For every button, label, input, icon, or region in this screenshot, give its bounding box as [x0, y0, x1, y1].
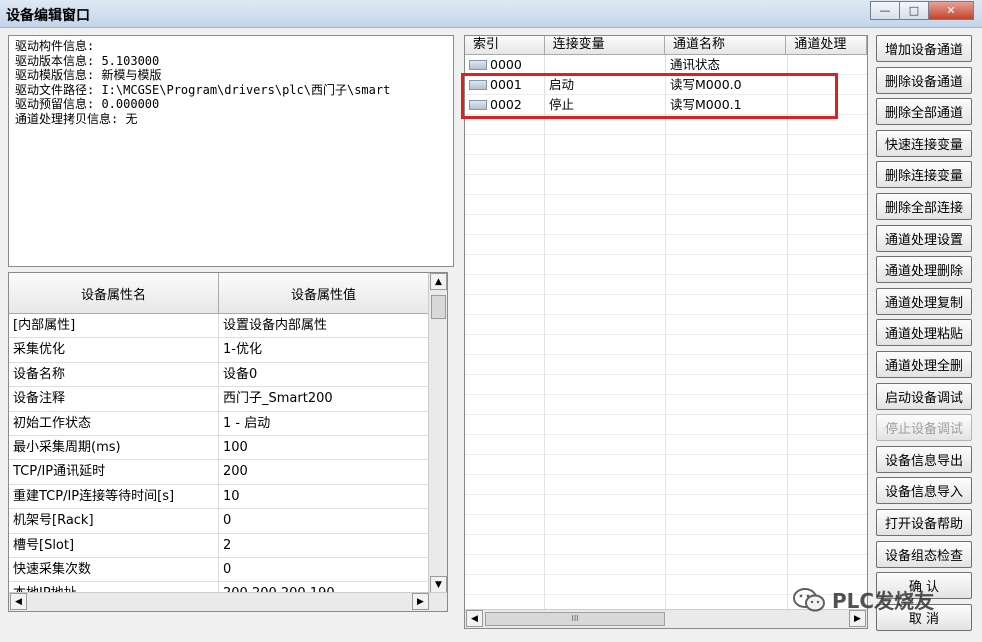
- column-header-linked-variable[interactable]: 连接变量: [545, 36, 665, 54]
- column-header-property-value[interactable]: 设备属性值: [219, 273, 429, 313]
- action-button[interactable]: 设备组态检查: [876, 540, 972, 568]
- close-button[interactable]: ✕: [928, 1, 974, 20]
- property-row[interactable]: 设备注释 西门子_Smart200: [9, 387, 447, 412]
- property-name-cell: [内部属性]: [9, 314, 219, 338]
- info-line: 通道处理拷贝信息: 无: [15, 111, 138, 126]
- scroll-down-icon[interactable]: ▼: [430, 576, 447, 593]
- info-line: 驱动预留信息: 0.000000: [15, 97, 160, 111]
- action-button[interactable]: 增加设备通道: [876, 35, 972, 62]
- column-header-property-name[interactable]: 设备属性名: [9, 273, 219, 313]
- property-value-cell[interactable]: 设备0: [219, 362, 429, 387]
- column-header-channel-name[interactable]: 通道名称: [665, 36, 787, 54]
- column-header-channel-processing[interactable]: 通道处理: [786, 36, 867, 54]
- property-row[interactable]: 槽号[Slot] 2: [9, 533, 447, 558]
- action-button[interactable]: 快速连接变量: [876, 129, 972, 157]
- minimize-button[interactable]: —: [870, 1, 900, 20]
- action-button[interactable]: 删除全部连接: [876, 192, 972, 220]
- column-header-index[interactable]: 索引: [465, 36, 545, 54]
- property-value-cell[interactable]: 设置设备内部属性: [219, 314, 429, 338]
- window-controls: — □ ✕: [870, 1, 974, 20]
- watermark-text: PLC发烧友: [832, 589, 935, 613]
- action-button[interactable]: 通道处理粘贴: [876, 319, 972, 347]
- property-name-cell: 最小采集周期(ms): [9, 435, 219, 460]
- property-grid-header: 设备属性名 设备属性值: [9, 273, 447, 314]
- scroll-left-icon[interactable]: ◀: [10, 593, 27, 610]
- property-value-cell[interactable]: 0: [219, 509, 429, 533]
- property-name-cell: 设备注释: [9, 387, 219, 411]
- scroll-thumb[interactable]: III: [485, 612, 665, 626]
- action-button[interactable]: 通道处理全删: [876, 350, 972, 378]
- action-button[interactable]: 通道处理设置: [876, 224, 972, 252]
- property-row[interactable]: 采集优化 1-优化: [9, 338, 447, 363]
- channel-name-cell: 通讯状态: [670, 57, 721, 72]
- wechat-icon: [793, 587, 825, 611]
- property-name-cell: 初始工作状态: [9, 411, 219, 435]
- property-name-cell: 采集优化: [9, 338, 219, 362]
- action-button[interactable]: 设备信息导出: [876, 445, 972, 473]
- property-row[interactable]: 机架号[Rack] 0: [9, 509, 447, 534]
- action-button-column: 增加设备通道 删除设备通道 删除全部通道 快速连接变量 删除连接变量 删除全部连接 通道处理…: [876, 35, 972, 635]
- action-button[interactable]: 删除全部通道: [876, 98, 972, 126]
- property-value-cell[interactable]: 200: [219, 460, 429, 484]
- action-button[interactable]: 打开设备帮助: [876, 508, 972, 536]
- channel-processing-cell: [788, 55, 867, 75]
- channel-row[interactable]: 0000 通讯状态: [465, 55, 867, 75]
- action-button[interactable]: 删除设备通道: [876, 66, 972, 94]
- property-rows: [内部属性] 设置设备内部属性 采集优化 1-优化 设备名称 设备0 设备注释 西门子_Sma…: [9, 314, 447, 607]
- property-vertical-scrollbar[interactable]: ▲ ▼: [428, 273, 447, 593]
- action-button[interactable]: 停止设备调试: [876, 414, 972, 442]
- property-row[interactable]: [内部属性] 设置设备内部属性: [9, 314, 447, 339]
- property-name-cell: 设备名称: [9, 362, 219, 387]
- watermark: PLC发烧友: [792, 585, 934, 614]
- scroll-up-icon[interactable]: ▲: [430, 273, 447, 290]
- device-property-grid: 设备属性名 设备属性值 [内部属性] 设置设备内部属性 采集优化 1-优化 设备名称 设备…: [8, 272, 448, 612]
- property-value-cell[interactable]: 0: [219, 557, 429, 582]
- property-name-cell: 机架号[Rack]: [9, 509, 219, 533]
- action-button[interactable]: 设备信息导入: [876, 477, 972, 505]
- property-value-cell[interactable]: 1 - 启动: [219, 411, 429, 435]
- property-horizontal-scrollbar[interactable]: ◀ ▶: [9, 592, 447, 611]
- property-value-cell[interactable]: 西门子_Smart200: [219, 387, 429, 411]
- property-value-cell[interactable]: 1-优化: [219, 338, 429, 362]
- info-line: 驱动构件信息:: [15, 39, 95, 53]
- driver-info-panel: 驱动构件信息: 驱动版本信息: 5.103000 驱动模版信息: 新模与模版 驱…: [8, 35, 454, 267]
- info-line: 驱动版本信息: 5.103000: [15, 53, 160, 68]
- property-row[interactable]: 重建TCP/IP连接等待时间[s] 10: [9, 484, 447, 510]
- property-row[interactable]: 快速采集次数 0: [9, 557, 447, 583]
- scroll-left-icon[interactable]: ◀: [466, 610, 483, 627]
- property-value-cell[interactable]: 100: [219, 435, 429, 460]
- property-name-cell: 重建TCP/IP连接等待时间[s]: [9, 484, 219, 509]
- channel-list: 索引 连接变量 通道名称 通道处理 0000 通讯状态 0001 启动 读写M000.0…: [464, 35, 868, 629]
- property-name-cell: TCP/IP通讯延时: [9, 460, 219, 484]
- property-row[interactable]: 初始工作状态 1 - 启动: [9, 411, 447, 436]
- property-row[interactable]: 最小采集周期(ms) 100: [9, 435, 447, 461]
- info-line: 驱动模版信息: 新模与模版: [15, 68, 162, 82]
- title-bar: 设备编辑窗口 — □ ✕: [0, 0, 982, 28]
- property-row[interactable]: 设备名称 设备0: [9, 362, 447, 388]
- scroll-right-icon[interactable]: ▶: [412, 593, 429, 610]
- window-title: 设备编辑窗口: [6, 8, 90, 24]
- highlight-annotation-box: [461, 73, 838, 119]
- channel-index-text: 0000: [490, 57, 522, 72]
- property-name-cell: 快速采集次数: [9, 557, 219, 582]
- action-button[interactable]: 通道处理复制: [876, 287, 972, 315]
- channel-linked-variable-cell: [545, 55, 666, 75]
- channel-row-icon: [469, 60, 487, 70]
- action-button[interactable]: 通道处理删除: [876, 256, 972, 284]
- property-row[interactable]: TCP/IP通讯延时 200: [9, 460, 447, 485]
- action-button[interactable]: 启动设备调试: [876, 382, 972, 410]
- property-value-cell[interactable]: 2: [219, 533, 429, 557]
- property-value-cell[interactable]: 10: [219, 484, 429, 509]
- channel-index-cell: 0000: [465, 55, 545, 75]
- channel-rows: 0000 通讯状态 0001 启动 读写M000.0 0002 停止 读写M000.1: [465, 55, 867, 611]
- action-button[interactable]: 删除连接变量: [876, 161, 972, 189]
- info-line: 驱动文件路径: I:\MCGSE\Program\drivers\plc\西门子…: [15, 82, 391, 97]
- scroll-thumb[interactable]: [431, 295, 446, 319]
- channel-list-header: 索引 连接变量 通道名称 通道处理: [465, 36, 867, 55]
- property-name-cell: 槽号[Slot]: [9, 533, 219, 557]
- maximize-button[interactable]: □: [899, 1, 929, 20]
